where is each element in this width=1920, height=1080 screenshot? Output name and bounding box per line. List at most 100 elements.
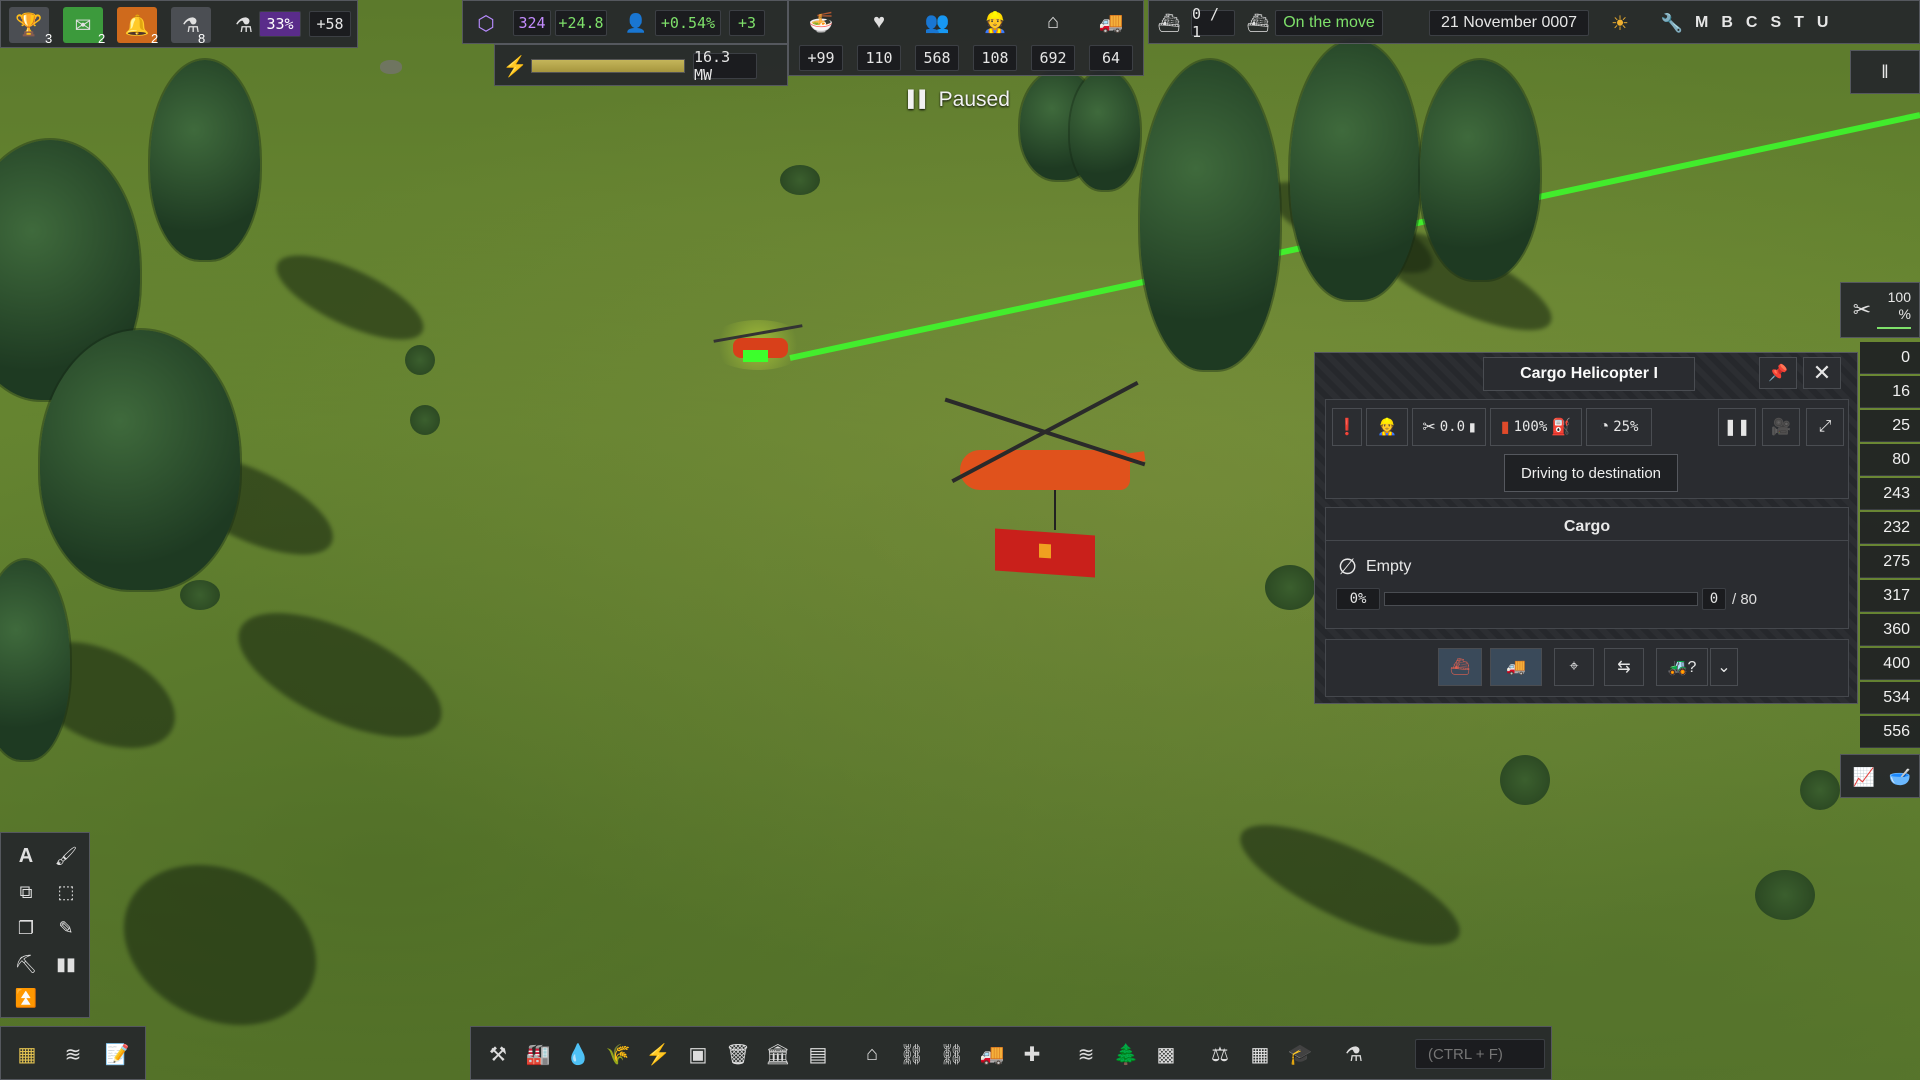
- close-button[interactable]: ✕: [1803, 357, 1841, 389]
- buildings-button[interactable]: 🏛: [759, 1030, 797, 1078]
- sidebar-value[interactable]: 232: [1860, 512, 1920, 544]
- replace-vehicle-button[interactable]: 🚜?: [1656, 648, 1708, 686]
- forest-icon: 🌲: [1113, 1043, 1139, 1066]
- storage-button[interactable]: ▣: [679, 1030, 717, 1078]
- sidebar-value[interactable]: 360: [1860, 614, 1920, 646]
- menu-letter-c[interactable]: C: [1746, 9, 1758, 37]
- eyedropper-tool[interactable]: ✎: [51, 913, 81, 943]
- assign-vehicle-button[interactable]: 🚚: [1490, 648, 1542, 686]
- research-progress[interactable]: 33%: [259, 11, 301, 37]
- sidebar-value[interactable]: 80: [1860, 444, 1920, 476]
- stat-value[interactable]: 108: [973, 45, 1017, 71]
- ship-status[interactable]: On the move: [1275, 10, 1383, 36]
- text-label-tool[interactable]: A: [11, 841, 41, 871]
- grid-toggle-button[interactable]: ▦: [9, 1037, 45, 1071]
- production-button[interactable]: 🏭: [519, 1030, 557, 1078]
- menu-letter-u[interactable]: U: [1817, 9, 1829, 37]
- bush: [1265, 565, 1315, 610]
- sidebar-value[interactable]: 556: [1860, 716, 1920, 748]
- collapse-up-icon[interactable]: ⏫: [11, 983, 41, 1013]
- sidebar-value[interactable]: 25: [1860, 410, 1920, 442]
- menu-letter-b[interactable]: B: [1721, 9, 1733, 37]
- sidebar-value[interactable]: 16: [1860, 376, 1920, 408]
- layers-button[interactable]: ≋: [55, 1037, 91, 1071]
- vehicles-icon: 🚚: [979, 1043, 1005, 1066]
- locate-button[interactable]: ⌖: [1554, 648, 1594, 686]
- stat-value[interactable]: 692: [1031, 45, 1075, 71]
- stat-value[interactable]: 64: [1089, 45, 1133, 71]
- menu-button[interactable]: ‖: [1850, 50, 1920, 94]
- route-button[interactable]: ⤢: [1806, 408, 1844, 446]
- paint-tool[interactable]: 🖌: [51, 841, 81, 871]
- water-button[interactable]: 💧: [559, 1030, 597, 1078]
- forest-button[interactable]: 🌲: [1107, 1030, 1145, 1078]
- mine-tool[interactable]: ⛏: [11, 949, 41, 979]
- research-button[interactable]: ⚗: [1335, 1030, 1373, 1078]
- waste-icon: 🗑: [725, 1043, 751, 1066]
- menu-letter-t[interactable]: T: [1794, 9, 1804, 37]
- notification-button[interactable]: ❗: [1332, 408, 1362, 446]
- power-button[interactable]: ⚡: [639, 1030, 677, 1078]
- notes-button[interactable]: 📝: [99, 1037, 135, 1071]
- blueprint-button[interactable]: ▦: [1241, 1030, 1279, 1078]
- selected-helicopter[interactable]: [708, 320, 808, 370]
- stat-value[interactable]: +99: [799, 45, 843, 71]
- follow-camera-button[interactable]: 🎥: [1762, 408, 1800, 446]
- pause-icon: ❚❚: [1723, 419, 1751, 436]
- blueprint-icon: ▦: [1250, 1043, 1270, 1066]
- search-input[interactable]: [1426, 1044, 1540, 1064]
- trees-button[interactable]: ≋: [1067, 1030, 1105, 1078]
- conveyor-button[interactable]: ⛓: [893, 1030, 931, 1078]
- unit-tool[interactable]: ▮▮: [51, 949, 81, 979]
- cargo-title: Cargo: [1326, 514, 1848, 541]
- menu-letter-m[interactable]: M: [1695, 9, 1708, 37]
- copy-tool[interactable]: ⧉: [11, 877, 41, 907]
- graph-icon[interactable]: 📈: [1851, 763, 1877, 791]
- ships-value[interactable]: 0 / 1: [1191, 5, 1235, 41]
- vehicles-button[interactable]: 🚚: [973, 1030, 1011, 1078]
- transport-tools-button[interactable]: ⚒: [479, 1030, 517, 1078]
- menu-letter-s[interactable]: S: [1770, 9, 1781, 37]
- maintenance-icon: ✂: [1852, 297, 1872, 322]
- loop-route-button[interactable]: ⇆: [1604, 648, 1644, 686]
- wrench-icon[interactable]: 🔧: [1659, 9, 1685, 37]
- add-button[interactable]: ✚: [1013, 1030, 1051, 1078]
- search-field[interactable]: [1415, 1039, 1545, 1069]
- sidebar-value[interactable]: 275: [1860, 546, 1920, 578]
- select-tool[interactable]: ⬚: [51, 877, 81, 907]
- population-icon: 👥: [924, 11, 950, 34]
- maintenance-summary[interactable]: ✂ 100 %: [1840, 282, 1920, 338]
- empty-set-icon: ∅: [1338, 554, 1358, 579]
- stat-value[interactable]: 568: [915, 45, 959, 71]
- pattern-button[interactable]: ▩: [1147, 1030, 1185, 1078]
- sidebar-value[interactable]: 0: [1860, 342, 1920, 374]
- crew-button[interactable]: 👷: [1366, 408, 1408, 446]
- sidebar-value[interactable]: 534: [1860, 682, 1920, 714]
- sidebar-value[interactable]: 400: [1860, 648, 1920, 680]
- fuel-status[interactable]: ▮ 100% ⛽: [1490, 408, 1582, 446]
- sidebar-value[interactable]: 243: [1860, 478, 1920, 510]
- sidebar-value[interactable]: 317: [1860, 580, 1920, 612]
- unload-cargo-button[interactable]: ⛴: [1438, 648, 1482, 686]
- cargo-helicopter[interactable]: [940, 380, 1160, 580]
- trophy-button[interactable]: 🏆: [9, 7, 49, 43]
- bowl-icon[interactable]: 🥣: [1887, 763, 1913, 791]
- workers-icon: 👷: [982, 11, 1008, 34]
- speed-status[interactable]: ◔ 25%: [1586, 408, 1652, 446]
- bottom-left-panel: ▦ ≋ 📝: [0, 1026, 146, 1080]
- stat-value[interactable]: 110: [857, 45, 901, 71]
- pin-button[interactable]: 📌: [1759, 357, 1797, 389]
- messages-button[interactable]: ✉: [63, 7, 103, 43]
- agriculture-button[interactable]: 🌾: [599, 1030, 637, 1078]
- conveyor-alt-button[interactable]: ⛓: [933, 1030, 971, 1078]
- clone-tool[interactable]: ❐: [11, 913, 41, 943]
- waste-button[interactable]: 🗑: [719, 1030, 757, 1078]
- pause-vehicle-button[interactable]: ❚❚: [1718, 408, 1756, 446]
- balance-button[interactable]: ⚖: [1201, 1030, 1239, 1078]
- more-dropdown-button[interactable]: ⌄: [1710, 648, 1738, 686]
- fuel-pump-icon: ⛽: [1551, 419, 1572, 436]
- logistics-button[interactable]: ▤: [799, 1030, 837, 1078]
- education-button[interactable]: 🎓: [1281, 1030, 1319, 1078]
- factories-button[interactable]: ⌂: [853, 1030, 891, 1078]
- maintenance-status[interactable]: ✂ 0.0 ▮: [1412, 408, 1486, 446]
